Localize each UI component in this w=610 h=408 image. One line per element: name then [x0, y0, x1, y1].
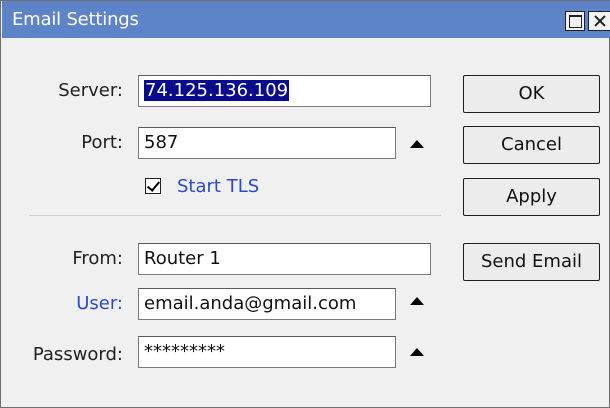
close-icon[interactable]	[588, 11, 610, 31]
user-field[interactable]: email.anda@gmail.com	[138, 288, 396, 320]
window-title: Email Settings	[12, 9, 139, 30]
from-value: Router 1	[144, 248, 221, 269]
start-tls-label[interactable]: Start TLS	[177, 175, 259, 199]
ok-button[interactable]: OK	[463, 75, 600, 113]
from-field[interactable]: Router 1	[138, 243, 431, 275]
server-field[interactable]: 74.125.136.109	[138, 75, 431, 107]
port-label: Port:	[81, 132, 123, 153]
apply-button[interactable]: Apply	[463, 178, 600, 216]
user-label: User:	[76, 293, 123, 314]
send-email-button[interactable]: Send Email	[463, 243, 600, 281]
password-field[interactable]: *********	[138, 336, 396, 368]
from-label: From:	[72, 248, 123, 269]
email-settings-window: Email Settings Server: 74.125.136.109 Po…	[0, 0, 610, 408]
section-divider	[29, 215, 441, 216]
cancel-button[interactable]: Cancel	[463, 126, 600, 164]
port-value: 587	[144, 132, 179, 153]
port-field[interactable]: 587	[138, 127, 396, 159]
server-label: Server:	[58, 80, 123, 101]
server-value: 74.125.136.109	[144, 80, 290, 101]
user-value: email.anda@gmail.com	[144, 293, 357, 314]
title-bar[interactable]: Email Settings	[2, 1, 610, 38]
password-collapse-arrow-icon[interactable]	[410, 348, 424, 356]
password-value: *********	[144, 341, 225, 362]
user-collapse-arrow-icon[interactable]	[410, 297, 424, 305]
start-tls-checkbox[interactable]	[145, 178, 161, 194]
maximize-icon[interactable]	[565, 11, 585, 31]
password-label: Password:	[32, 344, 123, 365]
port-collapse-arrow-icon[interactable]	[410, 140, 424, 148]
